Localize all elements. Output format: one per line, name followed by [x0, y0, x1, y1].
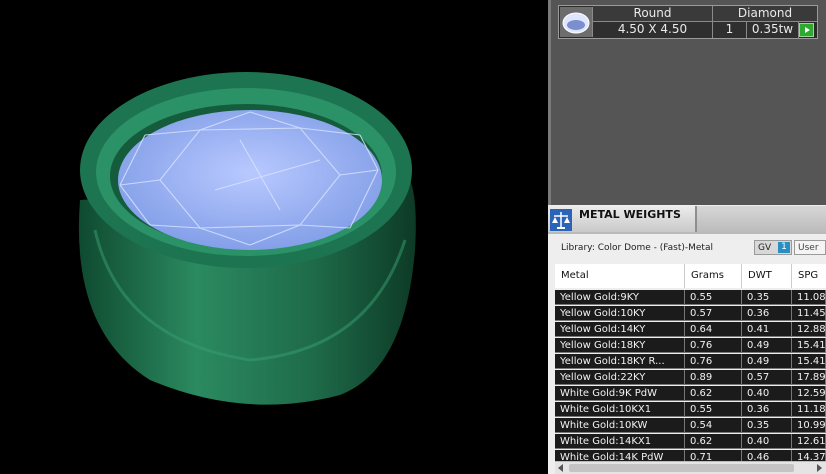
user-toggle[interactable]: User: [794, 240, 826, 255]
cell-grams: 0.76: [685, 354, 742, 369]
cell-dwt: 0.35: [742, 418, 792, 433]
stone-size[interactable]: 4.50 X 4.50: [593, 22, 713, 38]
cell-metal: Yellow Gold:18KY: [555, 338, 685, 353]
stone-weight: 0.35tw: [747, 22, 799, 38]
table-row[interactable]: Yellow Gold:9KY 0.55 0.35 11.08: [555, 290, 826, 305]
cell-grams: 0.55: [685, 402, 742, 417]
stone-type: Diamond: [713, 6, 817, 22]
table-row[interactable]: Yellow Gold:10KY 0.57 0.36 11.45: [555, 306, 826, 321]
cell-dwt: 0.40: [742, 434, 792, 449]
cell-grams: 0.57: [685, 306, 742, 321]
scroll-left-icon[interactable]: [558, 464, 563, 472]
table-row[interactable]: Yellow Gold:18KY R... 0.76 0.49 15.41: [555, 354, 826, 369]
cell-grams: 0.64: [685, 322, 742, 337]
metal-weights-header: METAL WEIGHTS: [548, 205, 826, 234]
stone-quantity[interactable]: 1: [713, 22, 747, 38]
cell-spg: 11.45: [792, 306, 826, 321]
scroll-thumb[interactable]: [569, 464, 794, 472]
cell-spg: 17.89: [792, 370, 826, 385]
cell-grams: 0.76: [685, 338, 742, 353]
library-label: Library: Color Dome - (Fast)-Metal: [561, 243, 713, 253]
cell-spg: 15.41: [792, 354, 826, 369]
cell-dwt: 0.41: [742, 322, 792, 337]
cell-metal: Yellow Gold:22KY: [555, 370, 685, 385]
cell-metal: Yellow Gold:14KY: [555, 322, 685, 337]
cell-dwt: 0.36: [742, 402, 792, 417]
cell-metal: Yellow Gold:10KY: [555, 306, 685, 321]
tab-metal-weights[interactable]: METAL WEIGHTS: [548, 206, 697, 232]
table-row[interactable]: Yellow Gold:22KY 0.89 0.57 17.89: [555, 370, 826, 385]
horizontal-scrollbar[interactable]: [555, 461, 826, 474]
table-row[interactable]: White Gold:10KW 0.54 0.35 10.99: [555, 418, 826, 433]
table-row[interactable]: Yellow Gold:18KY 0.76 0.49 15.41: [555, 338, 826, 353]
table-row[interactable]: Yellow Gold:14KY 0.64 0.41 12.88: [555, 322, 826, 337]
column-header-metal[interactable]: Metal: [555, 264, 685, 288]
cell-metal: White Gold:9K PdW: [555, 386, 685, 401]
cell-grams: 0.89: [685, 370, 742, 385]
table-row[interactable]: White Gold:9K PdW 0.62 0.40 12.59: [555, 386, 826, 401]
gv-count-badge: 1: [778, 242, 790, 253]
column-header-grams[interactable]: Grams: [685, 264, 742, 288]
cell-spg: 12.61: [792, 434, 826, 449]
cell-dwt: 0.40: [742, 386, 792, 401]
cell-grams: 0.55: [685, 290, 742, 305]
table-row[interactable]: White Gold:14KX1 0.62 0.40 12.61: [555, 434, 826, 449]
column-header-dwt[interactable]: DWT: [742, 264, 792, 288]
stone-table: Round Diamond 4.50 X 4.50 1 0.35tw: [558, 5, 818, 39]
metal-weights-title: METAL WEIGHTS: [579, 208, 681, 221]
3d-viewport[interactable]: [0, 0, 548, 474]
cell-dwt: 0.49: [742, 338, 792, 353]
cell-metal: White Gold:10KX1: [555, 402, 685, 417]
ring-render: [78, 72, 416, 405]
play-arrow-icon[interactable]: [799, 23, 814, 37]
cell-dwt: 0.36: [742, 306, 792, 321]
cell-metal: Yellow Gold:9KY: [555, 290, 685, 305]
column-header-spg[interactable]: SPG: [792, 264, 826, 288]
cell-grams: 0.62: [685, 386, 742, 401]
scroll-right-icon[interactable]: [817, 464, 822, 472]
cell-metal: White Gold:14KX1: [555, 434, 685, 449]
metal-weights-body: Library: Color Dome - (Fast)-Metal GV 1 …: [548, 234, 826, 474]
round-diamond-icon[interactable]: [560, 7, 593, 37]
cell-grams: 0.62: [685, 434, 742, 449]
gv-toggle[interactable]: GV 1: [754, 240, 792, 255]
table-row[interactable]: White Gold:10KX1 0.55 0.36 11.18: [555, 402, 826, 417]
cell-spg: 10.99: [792, 418, 826, 433]
cell-spg: 12.59: [792, 386, 826, 401]
gv-label: GV: [758, 243, 772, 253]
cell-grams: 0.54: [685, 418, 742, 433]
cell-dwt: 0.35: [742, 290, 792, 305]
stone-shape: Round: [593, 6, 713, 22]
cell-spg: 11.18: [792, 402, 826, 417]
cell-dwt: 0.49: [742, 354, 792, 369]
cell-metal: White Gold:10KW: [555, 418, 685, 433]
weight-scale-icon: [550, 209, 572, 231]
cell-dwt: 0.57: [742, 370, 792, 385]
cell-spg: 12.88: [792, 322, 826, 337]
cell-spg: 11.08: [792, 290, 826, 305]
cell-metal: Yellow Gold:18KY R...: [555, 354, 685, 369]
cell-spg: 15.41: [792, 338, 826, 353]
